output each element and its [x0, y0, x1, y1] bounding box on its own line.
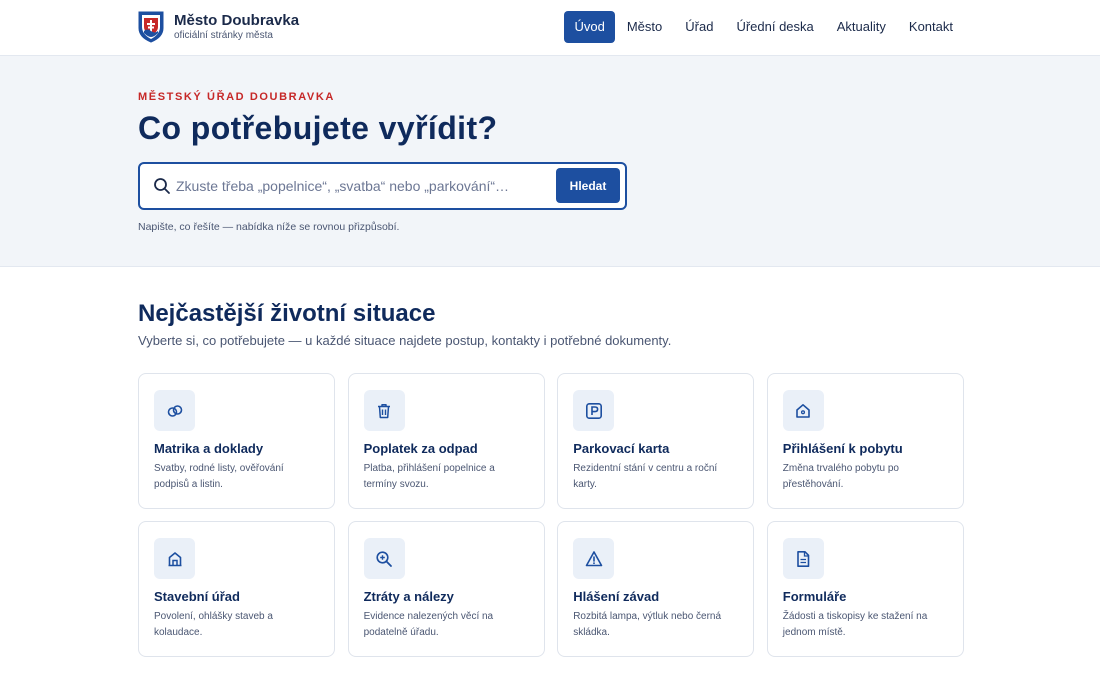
coat-of-arms-icon	[138, 11, 164, 43]
hero-section: MĚSTSKÝ ÚŘAD DOUBRAVKA Co potřebujete vy…	[0, 56, 1100, 267]
card-formulare[interactable]: Formuláře Žádosti a tiskopisy ke stažení…	[766, 521, 964, 657]
card-description: Změna trvalého pobytu po přestěhování.	[782, 463, 899, 490]
nav-item-mesto[interactable]: Město	[616, 11, 673, 43]
card-title: Matrika a doklady	[154, 441, 264, 456]
nav-item-urad[interactable]: Úřad	[674, 11, 724, 43]
card-description: Platba, přihlášení popelnice a termíny s…	[363, 463, 495, 490]
life-situations-grid: Matrika a doklady Svatby, rodné listy, o…	[138, 373, 964, 657]
site-header: Město Doubravka oficiální stránky města …	[0, 0, 1100, 56]
card-description: Svatby, rodné listy, ověřování podpisů a…	[154, 463, 284, 490]
brand-name: Město Doubravka	[174, 12, 300, 29]
building-icon	[154, 538, 195, 579]
card-title: Hlášení závad	[573, 589, 660, 604]
main-nav: Úvod Město Úřad Úřední deska Aktuality K…	[563, 11, 964, 43]
brand-logo-link[interactable]: Město Doubravka oficiální stránky města	[138, 11, 299, 43]
search-icon	[154, 178, 170, 194]
card-description: Evidence nalezených věcí na podatelně úř…	[363, 611, 494, 638]
magnifier-icon	[363, 538, 405, 579]
nav-item-uredni-deska[interactable]: Úřední deska	[725, 11, 824, 43]
card-description: Povolení, ohlášky staveb a kolaudace.	[154, 611, 273, 638]
card-title: Formuláře	[782, 589, 847, 604]
card-description: Rezidentní stání v centru a roční karty.	[573, 463, 718, 490]
search-hint: Napište, co řešíte — nabídka níže se rov…	[138, 221, 400, 233]
card-stavebni-urad[interactable]: Stavební úřad Povolení, ohlášky staveb a…	[138, 521, 335, 657]
parking-icon	[573, 390, 615, 431]
card-hlaseni-zavad[interactable]: Hlášení závad Rozbitá lampa, výtluk nebo…	[557, 521, 755, 657]
card-title: Stavební úřad	[154, 589, 240, 604]
section-title: Nejčastější životní situace	[138, 300, 436, 327]
card-title: Parkovací karta	[573, 441, 670, 456]
search-input[interactable]	[176, 164, 552, 208]
card-matrika[interactable]: Matrika a doklady Svatby, rodné listy, o…	[138, 373, 335, 509]
card-title: Poplatek za odpad	[363, 441, 478, 456]
search-box: Hledat	[138, 162, 627, 210]
card-description: Žádosti a tiskopisy ke stažení na jednom…	[782, 611, 928, 638]
home-icon	[782, 390, 824, 431]
card-poplatek-odpad[interactable]: Poplatek za odpad Platba, přihlášení pop…	[347, 373, 545, 509]
trash-icon	[363, 390, 405, 431]
nav-item-kontakt[interactable]: Kontakt	[898, 11, 964, 43]
rings-icon	[154, 390, 195, 431]
card-description: Rozbitá lampa, výtluk nebo černá skládka…	[573, 611, 722, 638]
page-title: Co potřebujete vyřídit?	[138, 110, 498, 146]
search-button[interactable]: Hledat	[556, 168, 620, 203]
nav-item-uvod[interactable]: Úvod	[564, 11, 615, 43]
card-prihlaseni-pobytu[interactable]: Přihlášení k pobytu Změna trvalého pobyt…	[766, 373, 964, 509]
brand-subtitle: oficiální stránky města	[174, 30, 273, 41]
card-title: Ztráty a nálezy	[363, 589, 454, 604]
card-parkovaci-karta[interactable]: Parkovací karta Rezidentní stání v centr…	[557, 373, 755, 509]
hero-eyebrow: MĚSTSKÝ ÚŘAD DOUBRAVKA	[138, 91, 335, 103]
card-ztraty-nalezy[interactable]: Ztráty a nálezy Evidence nalezených věcí…	[347, 521, 545, 657]
document-icon	[782, 538, 824, 579]
warning-icon	[573, 538, 615, 579]
nav-item-aktuality[interactable]: Aktuality	[826, 11, 897, 43]
card-title: Přihlášení k pobytu	[782, 441, 903, 456]
section-subtitle: Vyberte si, co potřebujete — u každé sit…	[138, 333, 672, 348]
